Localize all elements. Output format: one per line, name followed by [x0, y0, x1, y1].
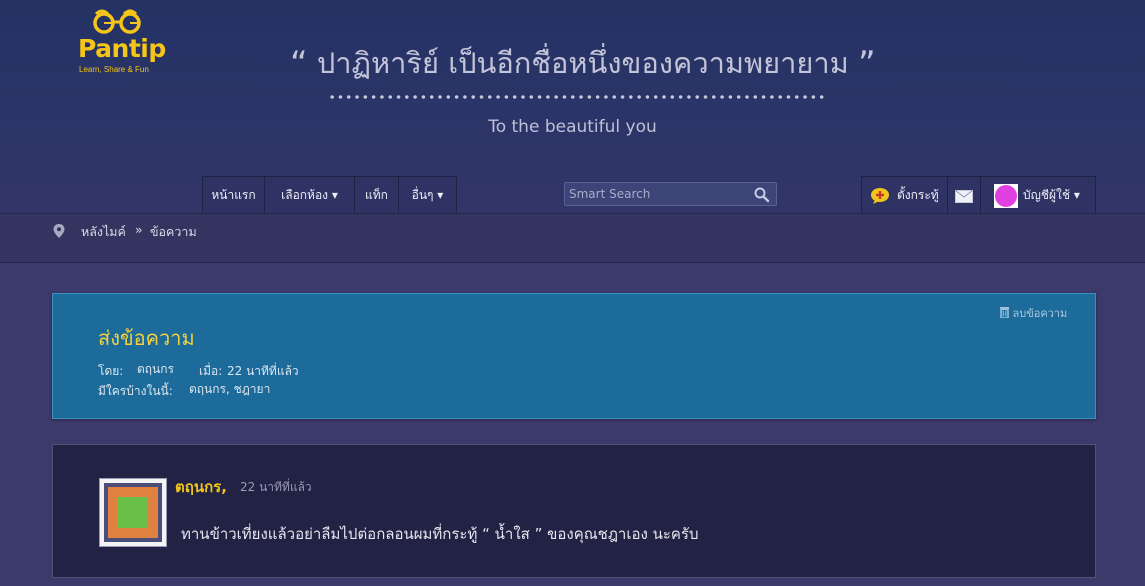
logo-tagline: Learn, Share & Fun [79, 65, 149, 74]
delete-message-link[interactable]: ลบข้อความ [1000, 304, 1067, 322]
dotted-divider [328, 95, 825, 99]
participants-list: ตฤนกร, ชฎายา [189, 382, 271, 396]
new-post-button[interactable]: ตั้งกระทู้ [862, 177, 948, 213]
breadcrumb-separator: » [135, 222, 143, 237]
banner-quote-text: ปาฏิหาริย์ เป็นอีกชื่อหนึ่งของความพยายาม [316, 46, 849, 80]
messages-button[interactable] [948, 177, 981, 213]
nav-tags[interactable]: แท็ก [355, 177, 399, 213]
nav-select-room[interactable]: เลือกห้อง ▾ [265, 177, 355, 213]
when-label: เมื่อ: [199, 364, 223, 378]
avatar[interactable] [99, 478, 167, 547]
map-pin-icon [53, 224, 65, 238]
avatar-icon [994, 184, 1018, 208]
search-icon[interactable] [754, 187, 770, 203]
message-item: ตฤนกร, 22 นาทีที่แล้ว ทานข้าวเที่ยงแล้วอ… [52, 444, 1096, 578]
new-post-bubble-icon [871, 188, 889, 204]
open-quote-mark: “ [290, 44, 308, 84]
new-post-label: ตั้งกระทู้ [897, 188, 939, 202]
smart-search [564, 182, 777, 206]
topic-time: 22 นาทีที่แล้ว [227, 364, 299, 378]
main-nav: หน้าแรก เลือกห้อง ▾ แท็ก อื่นๆ ▾ [202, 176, 457, 213]
topic-author[interactable]: ตฤนกร [137, 360, 174, 379]
user-nav: ตั้งกระทู้ บัญชีผู้ใช้ ▾ [861, 176, 1096, 213]
logo-wordmark: Pantip [78, 34, 166, 63]
message-time: 22 นาทีที่แล้ว [240, 480, 312, 494]
message-author[interactable]: ตฤนกร, [175, 475, 227, 499]
message-topic-panel: ลบข้อความ ส่งข้อความ โดย: ตฤนกร เมื่อ: 2… [52, 293, 1096, 419]
account-label: บัญชีผู้ใช้ ▾ [1023, 188, 1080, 202]
by-label: โดย: [98, 364, 124, 378]
participants-label: มีใครบ้างในนี้: [98, 384, 173, 398]
nav-more[interactable]: อื่นๆ ▾ [399, 177, 457, 213]
banner-quote: “ ปาฏิหาริย์ เป็นอีกชื่อหนึ่งของความพยาย… [290, 40, 876, 86]
pantip-logo[interactable]: Pantip Learn, Share & Fun [78, 8, 188, 74]
delete-message-label: ลบข้อความ [1012, 307, 1068, 320]
breadcrumb-current: ข้อความ [150, 224, 197, 239]
nav-home[interactable]: หน้าแรก [203, 177, 265, 213]
breadcrumb-root[interactable]: หลังไมค์ [81, 222, 126, 242]
account-menu[interactable]: บัญชีผู้ใช้ ▾ [981, 177, 1096, 213]
topic-title: ส่งข้อความ [98, 326, 195, 350]
banner-subtitle: To the beautiful you [488, 117, 657, 137]
message-body: ทานข้าวเที่ยงแล้วอย่าลืมไปต่อกลอนผมที่กร… [181, 525, 699, 543]
trash-icon [1000, 307, 1009, 319]
search-input[interactable] [565, 183, 750, 205]
mail-icon [955, 190, 973, 203]
close-quote-mark: ” [858, 44, 876, 84]
glasses-logo-icon [93, 9, 141, 34]
